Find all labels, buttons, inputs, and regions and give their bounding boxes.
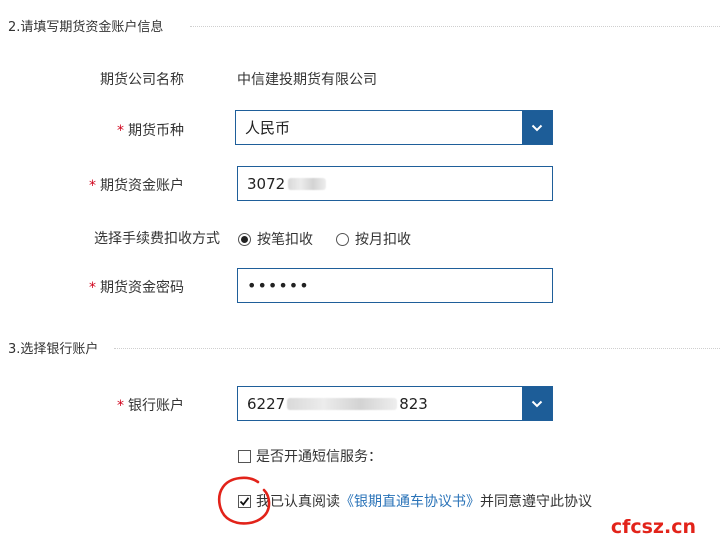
bank-account-prefix: 6227 bbox=[247, 394, 286, 413]
section-title-futures: 2.请填写期货资金账户信息 bbox=[8, 20, 164, 35]
masked-digits bbox=[288, 177, 327, 190]
fee-option-label: 按月扣收 bbox=[355, 232, 411, 248]
password-input[interactable]: •••••• bbox=[237, 268, 553, 303]
masked-digits bbox=[287, 397, 398, 410]
bank-account-suffix: 823 bbox=[399, 394, 428, 413]
futures-account-value: 3072 bbox=[247, 174, 286, 193]
radio-unselected-icon[interactable] bbox=[336, 232, 349, 246]
currency-select-value: 人民币 bbox=[245, 119, 291, 137]
agreement-option[interactable]: 我已认真阅读 《银期直通车协议书》 并同意遵守此协议 bbox=[238, 491, 592, 511]
chevron-down-icon[interactable] bbox=[522, 111, 552, 144]
password-label: * 期货资金密码 bbox=[89, 280, 184, 296]
sms-label: 是否开通短信服务： bbox=[256, 449, 382, 465]
chevron-down-icon[interactable] bbox=[522, 387, 552, 420]
section-divider bbox=[114, 348, 720, 349]
company-label: 期货公司名称 bbox=[100, 72, 184, 88]
radio-selected-icon[interactable] bbox=[238, 232, 251, 246]
agreement-link[interactable]: 《银期直通车协议书》 bbox=[340, 491, 480, 511]
company-value: 中信建投期货有限公司 bbox=[237, 72, 377, 88]
futures-account-label: * 期货资金账户 bbox=[89, 178, 184, 194]
sms-option[interactable]: 是否开通短信服务： bbox=[238, 446, 382, 466]
fee-option-monthly[interactable]: 按月扣收 bbox=[336, 229, 411, 249]
annotation-circle bbox=[217, 476, 271, 525]
section-title-bank: 3.选择银行账户 bbox=[8, 342, 99, 357]
currency-label: * 期货币种 bbox=[117, 123, 184, 139]
watermark: cfcsz.cn bbox=[610, 516, 696, 538]
bank-account-label: * 银行账户 bbox=[117, 398, 184, 414]
agreement-suffix: 并同意遵守此协议 bbox=[480, 494, 592, 510]
checkbox-unchecked-icon[interactable] bbox=[238, 449, 251, 463]
password-value: •••••• bbox=[247, 276, 310, 295]
futures-account-input[interactable]: 3072 bbox=[237, 166, 553, 201]
currency-select[interactable]: 人民币 bbox=[235, 110, 553, 145]
fee-method-label: 选择手续费扣收方式 bbox=[94, 231, 220, 247]
fee-option-per-trade[interactable]: 按笔扣收 bbox=[238, 229, 313, 249]
section-divider bbox=[190, 26, 720, 27]
fee-option-label: 按笔扣收 bbox=[257, 232, 313, 248]
bank-account-select[interactable]: 6227 823 bbox=[237, 386, 553, 421]
